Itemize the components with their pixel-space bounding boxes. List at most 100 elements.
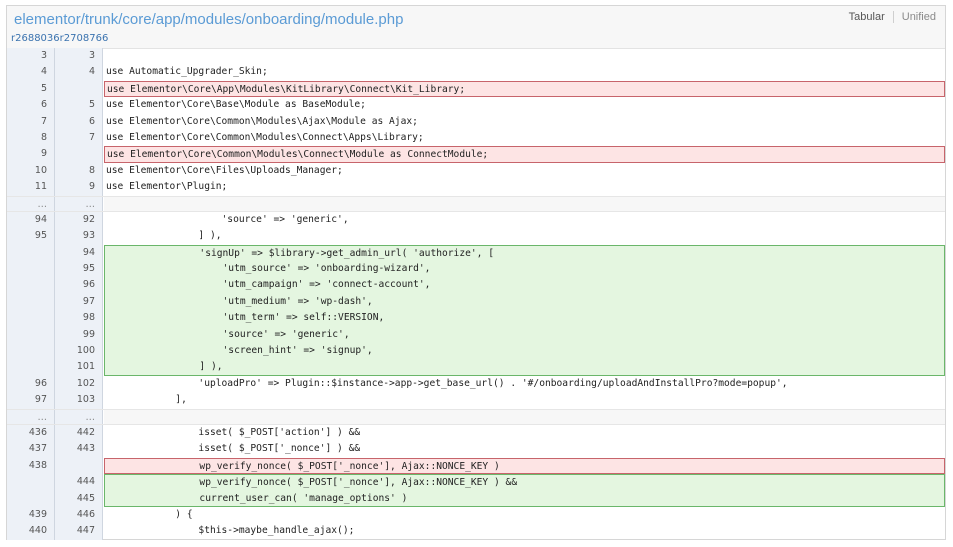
code-line: use Elementor\Core\Files\Uploads_Manager… (106, 164, 343, 176)
old-revision-link[interactable]: r2688036 (11, 33, 60, 44)
new-line-number (55, 146, 103, 163)
new-line-number: 97 (55, 293, 103, 311)
code-line: current_user_can( 'manage_options' ) (104, 490, 945, 507)
code-line: use Elementor\Core\Common\Modules\Connec… (106, 131, 424, 143)
old-line-number (7, 490, 55, 507)
diff-row-context: 4 4 use Automatic_Upgrader_Skin; (7, 64, 945, 81)
skipped-lines-row: …… (7, 195, 945, 212)
diff-row-context: 11 9 use Elementor\Plugin; (7, 179, 945, 196)
diff-row-context: 7 6 use Elementor\Core\Common\Modules\Ajax… (7, 113, 945, 130)
old-line-number (7, 293, 55, 311)
diff-row-context: 94 92 'source' => 'generic', (7, 211, 945, 229)
diff-row-context: 436 442 isset( $_POST['action'] ) && (7, 424, 945, 442)
old-line-number (7, 343, 55, 360)
old-line-number: 4 (7, 64, 55, 81)
old-line-number: 438 (7, 457, 55, 475)
diff-row-added: 94 'signUp' => $library->get_admin_url( … (7, 244, 945, 262)
old-line-number: 7 (7, 113, 55, 130)
new-line-number (55, 457, 103, 475)
code-line: ) { (106, 508, 193, 520)
new-line-number: 95 (55, 261, 103, 278)
new-line-number: 446 (55, 506, 103, 524)
old-line-number: 3 (7, 48, 55, 65)
diff-row-removed: 438 wp_verify_nonce( $_POST['_nonce'], A… (7, 457, 945, 475)
revision-bar: r2688036r2708766 (7, 32, 945, 49)
code-line: use Elementor\Core\Common\Modules\Ajax\M… (106, 115, 418, 127)
old-line-number (7, 277, 55, 294)
new-line-number: 442 (55, 424, 103, 442)
diff-row-added: 100 'screen_hint' => 'signup', (7, 343, 945, 360)
diff-row-context: 10 8 use Elementor\Core\Files\Uploads_Mana… (7, 162, 945, 180)
tabular-view-button[interactable]: Tabular (848, 11, 894, 23)
diff-row-added: 96 'utm_campaign' => 'connect-account', (7, 277, 945, 294)
code-line (104, 409, 945, 424)
code-line: ], (106, 394, 187, 406)
new-line-number: 445 (55, 490, 103, 507)
new-line-number: … (55, 409, 103, 424)
diff-row-context: 6 5 use Elementor\Core\Base\Module as Base… (7, 97, 945, 114)
diff-row-removed: 5 use Elementor\Core\App\Modules\KitLibra… (7, 80, 945, 98)
code-line: wp_verify_nonce( $_POST['_nonce'], Ajax:… (104, 457, 945, 475)
diff-row-context: 95 93 ] ), (7, 228, 945, 245)
new-line-number: 98 (55, 310, 103, 327)
new-line-number: 3 (55, 48, 103, 65)
diff-table: 3 3 4 4 use Automatic_Upgrader_Skin; 5 use Ele… (7, 48, 945, 540)
new-line-number: 9 (55, 179, 103, 196)
code-line: use Elementor\Core\Common\Modules\Connec… (104, 146, 945, 163)
code-line: isset( $_POST['action'] ) && (106, 426, 361, 438)
skipped-lines-row: …… (7, 408, 945, 425)
code-line: wp_verify_nonce( $_POST['_nonce'], Ajax:… (104, 474, 945, 491)
new-revision-link[interactable]: r2708766 (60, 33, 109, 44)
diff-row-added: 99 'source' => 'generic', (7, 326, 945, 344)
diff-header: elementor/trunk/core/app/modules/onboard… (7, 6, 945, 33)
new-line-number: 6 (55, 113, 103, 130)
new-line-number: 93 (55, 228, 103, 245)
old-line-number: 6 (7, 97, 55, 114)
diff-row-context: 96 102 'uploadPro' => Plugin::$instance->… (7, 375, 945, 393)
new-line-number: 443 (55, 441, 103, 458)
code-line (104, 196, 945, 211)
diff-row-added: 95 'utm_source' => 'onboarding-wizard', (7, 261, 945, 278)
code-line: use Automatic_Upgrader_Skin; (106, 66, 268, 78)
old-line-number: … (7, 409, 55, 424)
old-line-number: 10 (7, 162, 55, 180)
code-line: 'utm_campaign' => 'connect-account', (104, 277, 945, 294)
code-line: 'uploadPro' => Plugin::$instance->app->g… (106, 377, 788, 389)
code-line: 'utm_term' => self::VERSION, (104, 310, 945, 327)
old-line-number: 436 (7, 424, 55, 442)
code-line: use Elementor\Plugin; (106, 181, 228, 193)
diff-row-context: 97 103 ], (7, 392, 945, 409)
new-line-number: 8 (55, 162, 103, 180)
new-line-number: 100 (55, 343, 103, 360)
diff-row-context: 439 446 ) { (7, 506, 945, 524)
new-line-number: 7 (55, 129, 103, 147)
new-line-number: 447 (55, 523, 103, 540)
revision-links: r2688036r2708766 (11, 33, 108, 44)
diff-row-added: 98 'utm_term' => self::VERSION, (7, 310, 945, 327)
code-line: 'source' => 'generic', (106, 213, 349, 225)
diff-row-context: 440 447 $this->maybe_handle_ajax(); (7, 523, 945, 540)
old-line-number (7, 326, 55, 344)
new-line-number (55, 80, 103, 98)
old-line-number: 95 (7, 228, 55, 245)
new-line-number: 5 (55, 97, 103, 114)
code-line: isset( $_POST['_nonce'] ) && (106, 443, 361, 455)
old-line-number: 8 (7, 129, 55, 147)
old-line-number (7, 310, 55, 327)
old-line-number: 9 (7, 146, 55, 163)
new-line-number: 103 (55, 392, 103, 409)
new-line-number: 99 (55, 326, 103, 344)
diff-row-added: 444 wp_verify_nonce( $_POST['_nonce'], A… (7, 474, 945, 491)
old-line-number: 439 (7, 506, 55, 524)
new-line-number: 102 (55, 375, 103, 393)
old-line-number: 96 (7, 375, 55, 393)
code-line: use Elementor\Core\App\Modules\KitLibrar… (104, 80, 945, 98)
code-line: 'signUp' => $library->get_admin_url( 'au… (104, 244, 945, 262)
unified-view-button[interactable]: Unified (894, 11, 936, 23)
new-line-number: 94 (55, 244, 103, 262)
file-path-link[interactable]: elementor/trunk/core/app/modules/onboard… (14, 11, 403, 28)
diff-row-context: 8 7 use Elementor\Core\Common\Modules\Conn… (7, 129, 945, 147)
old-line-number: 437 (7, 441, 55, 458)
old-line-number (7, 474, 55, 491)
